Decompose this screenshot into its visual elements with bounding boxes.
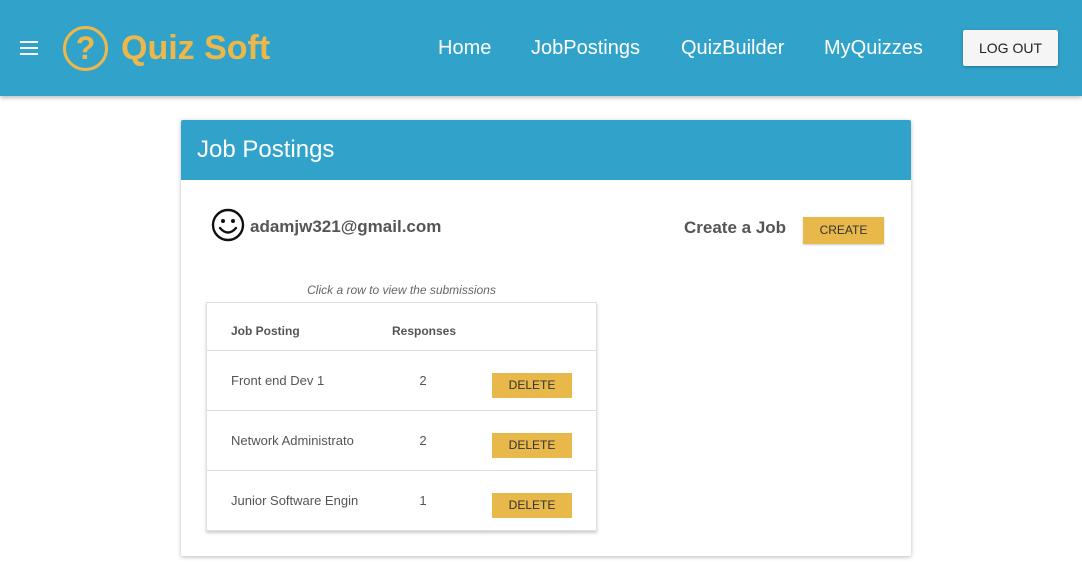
smiley-icon xyxy=(211,208,245,242)
nav-job-postings[interactable]: JobPostings xyxy=(531,36,640,60)
brand-name: Quiz Soft xyxy=(121,29,271,67)
question-logo-icon: ? xyxy=(63,26,108,71)
user-email: adamjw321@gmail.com xyxy=(250,217,442,236)
job-posting-name: Front end Dev 1 xyxy=(231,373,325,388)
table-row[interactable]: Network Administrato 2 DELETE xyxy=(207,411,596,471)
table-row[interactable]: Junior Software Engin 1 DELETE xyxy=(207,471,596,531)
job-postings-table: Job Posting Responses Front end Dev 1 2 … xyxy=(206,302,597,531)
delete-button[interactable]: DELETE xyxy=(492,493,572,518)
column-header-responses: Responses xyxy=(392,324,457,338)
table-row[interactable]: Front end Dev 1 2 DELETE xyxy=(207,351,596,411)
response-count: 2 xyxy=(419,433,427,448)
create-job-label: Create a Job xyxy=(684,218,787,237)
create-button[interactable]: CREATE xyxy=(803,217,884,244)
app-bar: ? Quiz Soft Home JobPostings QuizBuilder… xyxy=(0,0,1082,96)
job-postings-card: Job Postings adamjw321@gmail.com Create … xyxy=(181,120,911,556)
response-count: 2 xyxy=(419,373,427,388)
hamburger-icon[interactable] xyxy=(20,41,38,55)
column-header-job-posting: Job Posting xyxy=(231,324,300,338)
response-count: 1 xyxy=(419,493,427,508)
delete-button[interactable]: DELETE xyxy=(492,373,572,398)
nav-quiz-builder[interactable]: QuizBuilder xyxy=(681,36,784,60)
table-hint: Click a row to view the submissions xyxy=(307,283,496,297)
page-title: Job Postings xyxy=(197,136,335,163)
logout-button[interactable]: LOG OUT xyxy=(963,30,1058,66)
delete-button[interactable]: DELETE xyxy=(492,433,572,458)
nav-home[interactable]: Home xyxy=(438,36,491,60)
job-posting-name: Junior Software Engin xyxy=(231,493,359,508)
card-header: Job Postings xyxy=(181,120,911,180)
nav-my-quizzes[interactable]: MyQuizzes xyxy=(824,36,923,60)
job-posting-name: Network Administrato xyxy=(231,433,354,448)
